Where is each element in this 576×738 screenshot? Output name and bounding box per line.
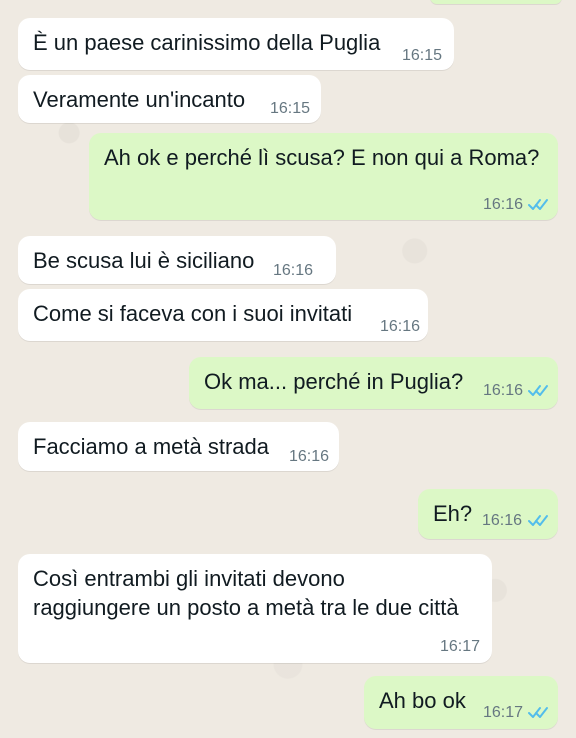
- message-text: Ok ma... perché in Puglia?: [204, 369, 464, 394]
- chat-message-list[interactable]: È un paese carinissimo della Puglia 16:1…: [0, 0, 576, 738]
- message-text: Ah bo ok: [379, 688, 466, 713]
- message-bubble-incoming[interactable]: È un paese carinissimo della Puglia 16:1…: [18, 18, 454, 70]
- message-bubble-incoming[interactable]: Facciamo a metà strada 16:16: [18, 422, 339, 471]
- message-bubble-incoming[interactable]: Veramente un'incanto 16:15: [18, 75, 321, 123]
- message-timestamp: 16:16: [380, 318, 421, 335]
- message-bubble-incoming[interactable]: Così entrambi gli invitati devono raggiu…: [18, 554, 492, 663]
- previous-message-bubble-edge: [430, 0, 562, 4]
- message-bubble-outgoing[interactable]: Ah ok e perché lì scusa? E non qui a Rom…: [89, 133, 558, 220]
- message-timestamp: 16:17: [440, 638, 481, 655]
- double-check-read-icon: [528, 197, 552, 211]
- double-check-read-icon: [528, 705, 552, 719]
- message-timestamp: 16:16: [289, 448, 330, 465]
- message-bubble-outgoing[interactable]: Ok ma... perché in Puglia? 16:16: [189, 357, 558, 409]
- message-text: È un paese carinissimo della Puglia: [33, 30, 381, 55]
- message-bubble-incoming[interactable]: Be scusa lui è siciliano 16:16: [18, 236, 336, 284]
- message-text: Eh?: [433, 501, 473, 526]
- message-bubble-outgoing[interactable]: Ah bo ok 16:17: [364, 676, 558, 729]
- double-check-read-icon: [528, 513, 552, 527]
- message-timestamp: 16:17: [483, 704, 524, 721]
- message-timestamp: 16:15: [270, 100, 311, 117]
- message-text: Be scusa lui è siciliano: [33, 248, 255, 273]
- message-timestamp: 16:16: [273, 262, 314, 279]
- message-text: Così entrambi gli invitati devono raggiu…: [33, 566, 459, 620]
- message-bubble-outgoing[interactable]: Eh? 16:16: [418, 489, 558, 539]
- double-check-read-icon: [528, 383, 552, 397]
- message-text: Ah ok e perché lì scusa? E non qui a Rom…: [104, 145, 540, 170]
- message-text: Facciamo a metà strada: [33, 434, 269, 459]
- message-text: Veramente un'incanto: [33, 87, 246, 112]
- message-text: Come si faceva con i suoi invitati: [33, 301, 353, 326]
- message-timestamp: 16:16: [482, 512, 523, 529]
- message-timestamp: 16:16: [483, 196, 524, 213]
- message-bubble-incoming[interactable]: Come si faceva con i suoi invitati 16:16: [18, 289, 428, 341]
- message-timestamp: 16:16: [483, 382, 524, 399]
- message-timestamp: 16:15: [402, 47, 443, 64]
